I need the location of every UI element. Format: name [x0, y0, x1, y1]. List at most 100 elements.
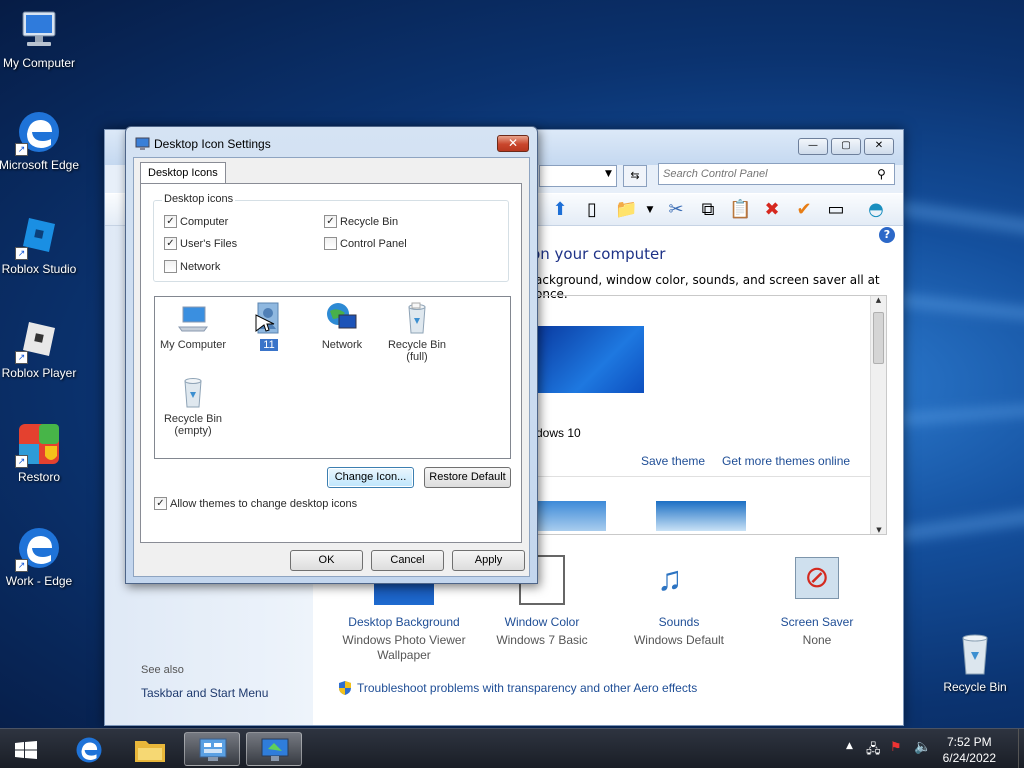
search-input[interactable] [658, 163, 895, 185]
up-arrow-icon[interactable]: ⬆ [549, 199, 571, 221]
checkbox-box[interactable]: ✓ [324, 215, 337, 228]
checkmark-icon[interactable]: ✔ [793, 199, 815, 221]
edge-icon: ↗ [15, 108, 63, 156]
network-checkbox[interactable]: Network [164, 260, 220, 273]
control-panel-checkbox[interactable]: Control Panel [324, 237, 407, 250]
desktop-icon-roblox-player[interactable]: ↗ Roblox Player [0, 316, 82, 380]
taskbar-file-explorer[interactable] [122, 732, 178, 766]
checkbox-box[interactable] [164, 260, 177, 273]
desktop-background-link[interactable]: Desktop Background [334, 615, 474, 629]
list-item-label: Recycle Bin (empty) [163, 413, 223, 437]
ok-button[interactable]: OK [290, 550, 363, 571]
minimize-button[interactable]: — [798, 138, 828, 155]
list-item-user-files[interactable]: 11 [234, 301, 304, 351]
change-icon-button[interactable]: Change Icon... [327, 467, 414, 488]
roblox-studio-icon: ↗ [15, 212, 63, 260]
checkbox-label: Network [180, 260, 221, 273]
network-tray-icon[interactable]: 🖧 [866, 740, 881, 762]
list-item-recycle-bin-full[interactable]: Recycle Bin (full) [382, 301, 452, 363]
desktop-icon-work-edge[interactable]: ↗ Work - Edge [0, 524, 82, 588]
copy-icon[interactable]: ⧉ [697, 199, 719, 221]
taskbar-edge[interactable] [62, 732, 118, 766]
apply-button[interactable]: Apply [452, 550, 525, 571]
network-icon [325, 301, 359, 335]
chevron-down-icon[interactable]: ▼ [639, 199, 661, 221]
sounds-item[interactable]: ♫ Sounds Windows Default [609, 555, 749, 648]
roblox-player-icon: ↗ [15, 316, 63, 364]
desktop-background-value: Windows Photo Viewer Wallpaper [342, 633, 466, 662]
screen-saver-item[interactable]: ⊘ Screen Saver None [747, 555, 887, 648]
refresh-icon[interactable]: ⇆ [623, 165, 647, 187]
start-button[interactable] [15, 741, 37, 762]
shell-icon[interactable]: ◓ [865, 199, 887, 221]
scroll-down-icon[interactable]: ▼ [871, 526, 886, 534]
folder-icon[interactable]: 📁 [615, 199, 637, 221]
scrollbar[interactable]: ▲ ▼ [870, 296, 886, 534]
taskbar-start-menu-link[interactable]: Taskbar and Start Menu [141, 686, 268, 700]
display-settings-icon [135, 137, 150, 150]
clipboard-icon[interactable]: 📋 [729, 199, 751, 221]
recycle-bin-full-icon [400, 301, 434, 335]
clock-time: 7:52 PM [946, 735, 992, 749]
checkbox-box[interactable] [324, 237, 337, 250]
maximize-button[interactable]: ▢ [831, 138, 861, 155]
troubleshoot-row[interactable]: Troubleshoot problems with transparency … [337, 680, 697, 696]
display-settings-icon [261, 738, 289, 761]
dialog-body: Desktop Icons Desktop icons ✓ Computer ✓… [133, 157, 530, 577]
get-more-themes-link[interactable]: Get more themes online [722, 454, 850, 468]
desktop-icon-recycle-bin[interactable]: Recycle Bin [932, 630, 1018, 694]
desktop-icon-microsoft-edge[interactable]: ↗ Microsoft Edge [0, 108, 82, 172]
desktop-icon-restoro[interactable]: ↗ Restoro [0, 420, 82, 484]
sounds-link[interactable]: Sounds [609, 615, 749, 629]
window-color-link[interactable]: Window Color [472, 615, 612, 629]
cancel-button[interactable]: Cancel [371, 550, 444, 571]
list-item-recycle-bin-empty[interactable]: Recycle Bin (empty) [158, 375, 228, 437]
list-item-label: Network [321, 339, 363, 351]
theme-thumbnail[interactable] [536, 501, 606, 531]
taskbar-clock[interactable]: 7:52 PM 6/24/2022 [943, 734, 996, 766]
restore-default-button[interactable]: Restore Default [424, 467, 511, 488]
theme-thumbnail[interactable] [656, 501, 746, 531]
tab-desktop-icons[interactable]: Desktop Icons [140, 162, 226, 184]
list-item-network[interactable]: Network [307, 301, 377, 351]
recycle-bin-checkbox[interactable]: ✓ Recycle Bin [324, 215, 398, 228]
taskbar: ▲ 🖧 ⚑ 🔈 7:52 PM 6/24/2022 [0, 728, 1024, 768]
action-center-icon[interactable]: ⚑ [890, 740, 902, 755]
computer-checkbox[interactable]: ✓ Computer [164, 215, 228, 228]
dialog-close-button[interactable]: ✕ [497, 135, 529, 152]
desktop-icon-roblox-studio[interactable]: ↗ Roblox Studio [0, 212, 82, 276]
checkbox-label: Computer [180, 215, 229, 228]
scissors-icon[interactable]: ✂ [665, 199, 687, 221]
list-item-my-computer[interactable]: My Computer [158, 301, 228, 351]
checkbox-box[interactable]: ✓ [164, 237, 177, 250]
volume-icon[interactable]: 🔈 [914, 739, 931, 755]
taskbar-control-panel[interactable] [184, 732, 240, 766]
troubleshoot-link[interactable]: Troubleshoot problems with transparency … [357, 681, 697, 695]
close-button[interactable]: ✕ [864, 138, 894, 155]
scroll-up-icon[interactable]: ▲ [871, 296, 886, 304]
help-icon[interactable]: ? [879, 227, 895, 243]
theme-thumbnail[interactable] [536, 326, 644, 393]
panel-icon[interactable]: ▯ [581, 199, 603, 221]
desktop-icon-label: Roblox Player [1, 366, 77, 380]
screen-saver-value: None [802, 633, 832, 647]
save-theme-link[interactable]: Save theme [641, 454, 705, 468]
users-files-checkbox[interactable]: ✓ User's Files [164, 237, 237, 250]
screen-saver-link[interactable]: Screen Saver [747, 615, 887, 629]
chevron-down-icon[interactable]: ▼ [605, 169, 612, 179]
delete-icon[interactable]: ✖ [761, 199, 783, 221]
show-hidden-icons-icon[interactable]: ▲ [846, 741, 853, 751]
properties-icon[interactable]: ▭ [825, 199, 847, 221]
search-icon[interactable]: ⚲ [877, 167, 886, 181]
checkbox-box[interactable]: ✓ [164, 215, 177, 228]
desktop-icon-my-computer[interactable]: My Computer [0, 6, 82, 70]
show-desktop-button[interactable] [1018, 729, 1024, 768]
scrollbar-thumb[interactable] [873, 312, 884, 364]
user-folder-icon [252, 301, 286, 335]
taskbar-desktop-icon-settings[interactable] [246, 732, 302, 766]
restoro-icon: ↗ [15, 420, 63, 468]
sounds-icon: ♫ [657, 560, 683, 598]
checkbox-box[interactable]: ✓ [154, 497, 167, 510]
allow-themes-checkbox[interactable]: ✓ Allow themes to change desktop icons [154, 497, 357, 510]
recycle-bin-empty-icon [176, 375, 210, 409]
